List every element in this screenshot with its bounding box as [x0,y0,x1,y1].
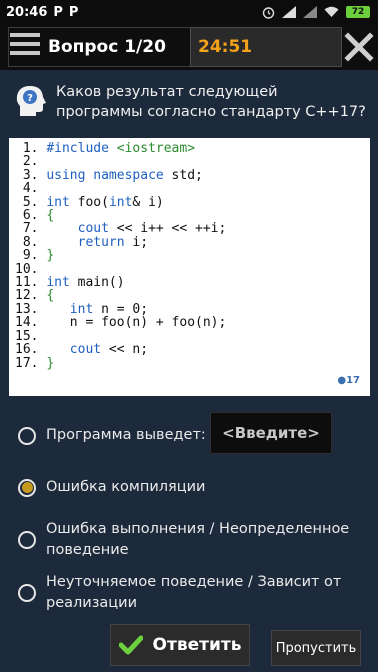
code-line: 17. } [15,356,54,371]
option-runtime-error[interactable]: Ошибка выполнения / Неопределенное повед… [18,519,363,561]
signal-icon [303,6,317,18]
top-bar: Вопрос 1/20 24:51 [0,24,378,70]
option-compile-error[interactable]: Ошибка компиляции [18,477,205,498]
code-text: } [46,355,55,371]
answer-button[interactable]: Ответить [110,624,250,666]
code-text: cout << n; [69,342,149,358]
option-program-output[interactable]: Программа выведет: [18,425,206,446]
code-text: #include <iostream> [46,141,196,156]
option-label: Ошибка компиляции [46,479,206,495]
carrier-icon: P [68,4,79,20]
code-text: return i; [77,234,149,250]
code-text: int main() [46,275,125,291]
option-label: Ошибка выполнения / Неопределенное повед… [46,521,350,558]
radio-button[interactable] [18,531,36,549]
question-counter: Вопрос 1/20 [48,37,166,57]
option-unspecified[interactable]: Неуточняемое поведение / Зависит от реал… [18,572,363,614]
code-panel: 1. #include <iostream> 2. 3. using names… [9,138,370,396]
battery-icon: 72 [346,6,370,18]
line-number: 17. [15,355,47,371]
wifi-icon [324,6,339,17]
cpp-version: 17 [346,375,360,386]
skip-button[interactable]: Пропустить [271,630,361,666]
svg-text:?: ? [27,93,33,104]
code-listing: 1. #include <iostream> 2. 3. using names… [15,142,226,370]
code-text: using namespace std; [46,167,203,183]
radio-button[interactable] [18,584,36,602]
status-time: 20:46 [6,4,48,20]
radio-button-selected[interactable] [18,478,36,497]
alarm-icon [262,6,275,19]
battery-level: 72 [351,7,365,17]
code-text: } [46,248,55,264]
timer: 24:51 [198,37,253,57]
question-text: Каков результат следующей программы согл… [56,84,366,120]
radio-button[interactable] [18,426,36,445]
cpp-logo-icon: ● [337,375,347,386]
check-icon [118,635,143,655]
question-head-icon: ? [16,86,46,116]
signal-icon [282,6,296,18]
close-icon[interactable] [344,32,374,62]
menu-icon[interactable] [10,33,40,61]
cpp17-badge: ●17 [337,375,360,386]
code-line: 14. n = foo(n) + foo(n); [15,315,226,330]
status-bar: 20:46 P P 72 [0,0,378,24]
output-input[interactable]: <Введите> [210,412,332,454]
code-text: n = foo(n) + foo(n); [46,315,227,331]
carrier-icon: P [53,4,63,20]
option-label: Программа выведет: [46,427,206,443]
option-label: Неуточняемое поведение / Зависит от реал… [46,574,342,611]
answer-label: Ответить [152,635,242,655]
question: ? Каков результат следующей программы со… [8,72,370,130]
code-text: int foo(int& i) [46,194,164,210]
